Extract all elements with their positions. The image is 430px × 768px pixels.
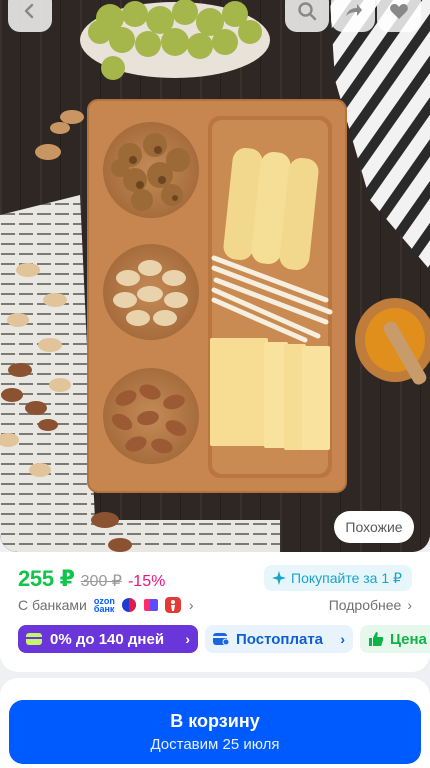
search-button[interactable] [285, 0, 329, 32]
chevron-right-icon: › [185, 631, 190, 647]
chevron-right-icon: › [188, 597, 194, 613]
installment-button[interactable]: 0% до 140 дней › [18, 625, 198, 653]
chevron-right-icon: › [340, 631, 345, 647]
promo-badge[interactable]: Покупайте за 1 ₽ [264, 565, 412, 591]
thumbs-up-icon [369, 632, 384, 646]
banks-label: С банками [18, 597, 87, 613]
bank-offers[interactable]: С банками ozon банк › [18, 596, 194, 614]
price-row: 255 ₽ 300 ₽ -15% [18, 566, 165, 592]
heart-icon [390, 4, 408, 19]
current-price: 255 ₽ [18, 566, 75, 591]
sparkle-icon [272, 571, 286, 585]
product-photo[interactable]: Похожие [0, 0, 430, 552]
price-card: 255 ₽ 300 ₽ -15% Покупайте за 1 ₽ С банк… [0, 552, 430, 672]
product-screen: Похожие 255 ₽ 300 ₽ -15% Покупайте за 1 … [0, 0, 430, 768]
delivery-date: Доставим 25 июля [150, 736, 280, 753]
bank-logo-icon [164, 597, 181, 613]
old-price: 300 ₽ [80, 573, 122, 590]
promo-text: Покупайте за 1 ₽ [291, 569, 402, 586]
payment-options: 0% до 140 дней › Постоплата › Цена [18, 625, 430, 653]
share-button[interactable] [331, 0, 375, 32]
product-image [0, 0, 430, 552]
price-button[interactable]: Цена [360, 625, 430, 653]
bank-logo-icon [121, 598, 136, 612]
add-to-cart-button[interactable]: В корзину Доставим 25 июля [9, 700, 421, 764]
card-icon [26, 633, 42, 645]
search-icon [298, 2, 317, 21]
cart-button-label: В корзину [170, 711, 260, 731]
bank-logo-icon [143, 599, 158, 611]
favorite-button[interactable] [377, 0, 421, 32]
postpay-button[interactable]: Постоплата › [205, 625, 353, 653]
similar-products-button[interactable]: Похожие [334, 511, 414, 543]
details-link[interactable]: Подробнее › [329, 597, 412, 613]
ozon-bank-logo: ozon банк [93, 596, 115, 614]
share-icon [346, 4, 362, 16]
back-button[interactable] [8, 0, 52, 32]
wallet-icon [213, 633, 229, 646]
chevron-left-icon [24, 3, 34, 19]
chevron-right-icon: › [407, 597, 412, 613]
discount-badge: -15% [127, 573, 166, 590]
